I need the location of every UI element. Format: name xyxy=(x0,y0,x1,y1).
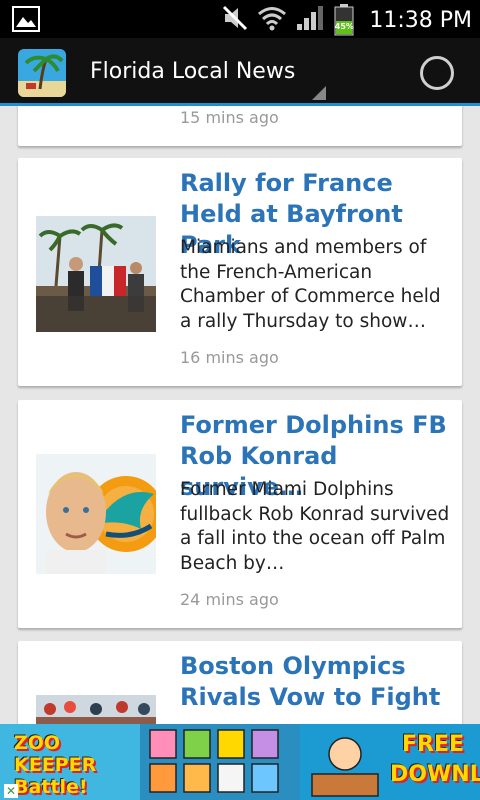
signal-icon xyxy=(295,4,325,36)
news-card[interactable]: Former Dolphins FB Rob Konrad survive… F… xyxy=(18,400,462,628)
dropdown-caret-icon[interactable] xyxy=(312,86,326,100)
news-feed[interactable]: 15 mins ago Rally for France Held at Bay… xyxy=(0,106,480,724)
battery-icon: 45% xyxy=(333,4,355,36)
news-timestamp: 16 mins ago xyxy=(180,348,279,367)
clock: 11:38 PM xyxy=(369,7,472,33)
action-bar: Florida Local News xyxy=(0,38,480,106)
app-title[interactable]: Florida Local News xyxy=(90,59,295,84)
app-logo-icon[interactable] xyxy=(18,49,66,97)
news-card[interactable]: Rally for France Held at Bayfront Park M… xyxy=(18,158,462,386)
ad-banner[interactable]: ZOO KEEPER Battle! ✕ FREE DOWNLOAD xyxy=(0,724,480,800)
news-card[interactable]: Boston Olympics Rivals Vow to Fight xyxy=(18,641,462,724)
news-card[interactable]: 15 mins ago xyxy=(18,106,462,146)
status-bar: 45% 11:38 PM xyxy=(0,0,480,38)
news-timestamp: 15 mins ago xyxy=(180,108,279,127)
wifi-icon xyxy=(257,4,287,36)
news-thumbnail xyxy=(36,695,156,724)
picture-icon xyxy=(12,6,40,36)
news-title[interactable]: Boston Olympics Rivals Vow to Fight xyxy=(180,651,450,713)
refresh-icon[interactable] xyxy=(420,56,454,90)
battery-percent: 45% xyxy=(334,22,354,31)
mute-icon xyxy=(221,4,249,36)
news-timestamp: 24 mins ago xyxy=(180,590,279,609)
news-thumbnail xyxy=(36,216,156,332)
news-description: Former Miami Dolphins fullback Rob Konra… xyxy=(180,479,450,574)
ad-close-icon[interactable]: ✕ xyxy=(4,784,18,798)
news-description: Miamians and members of the French-Ameri… xyxy=(180,237,441,332)
news-thumbnail xyxy=(36,454,156,574)
ad-left-text: ZOO KEEPER Battle! xyxy=(14,732,97,798)
ad-right-text[interactable]: FREE DOWNLOAD xyxy=(390,730,480,790)
